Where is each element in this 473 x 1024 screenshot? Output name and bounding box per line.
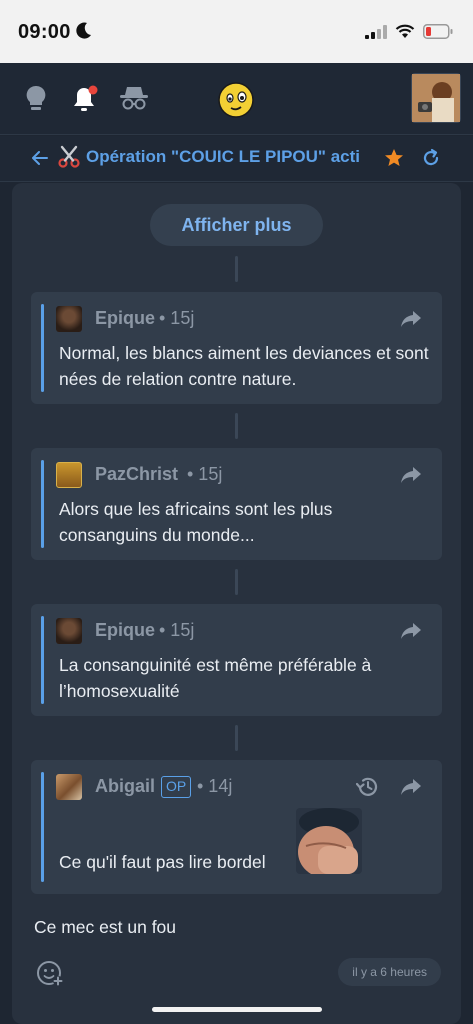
post-author[interactable]: PazChrist xyxy=(95,464,178,485)
thread-connector xyxy=(235,725,238,751)
post-text: Alors que les africains sont les plus co… xyxy=(59,499,333,545)
reply-time: il y a 6 heures xyxy=(338,958,441,986)
user-avatar[interactable] xyxy=(411,73,461,123)
post-author[interactable]: Epique xyxy=(95,620,155,641)
bell-icon[interactable] xyxy=(73,85,99,113)
quote-bar xyxy=(41,616,44,704)
share-icon[interactable] xyxy=(400,622,422,640)
wifi-icon xyxy=(395,24,415,38)
status-time: 09:00 xyxy=(18,21,71,43)
star-icon[interactable] xyxy=(384,148,404,168)
author-avatar[interactable] xyxy=(56,774,82,800)
sticker-image[interactable] xyxy=(296,808,362,874)
back-arrow-icon[interactable] xyxy=(32,151,48,165)
quote-bar xyxy=(41,304,44,392)
author-avatar[interactable] xyxy=(56,306,82,332)
status-bar: 09:00 xyxy=(0,0,473,63)
incognito-icon[interactable] xyxy=(119,85,149,111)
post-date: • 15j xyxy=(159,308,195,328)
signal-icon xyxy=(365,24,387,39)
quote-bar xyxy=(41,460,44,548)
quote-bar xyxy=(41,772,44,882)
lightbulb-icon[interactable] xyxy=(25,85,47,113)
thread-connector xyxy=(235,256,238,282)
show-more-button[interactable]: Afficher plus xyxy=(150,204,323,246)
post-text: La consanguinité est même préférable à l… xyxy=(59,655,372,701)
post-card: PazChrist • 15j Alors que les africains … xyxy=(31,448,442,560)
battery-icon xyxy=(423,24,453,39)
thread-title[interactable]: Opération "COUIC LE PIPOU" acti xyxy=(86,147,372,167)
reply-text: Ce mec est un fou xyxy=(34,917,177,937)
thread-connector xyxy=(235,569,238,595)
scissors-icon xyxy=(58,145,80,168)
post-date: • 15j xyxy=(159,620,195,640)
home-indicator[interactable] xyxy=(152,1007,322,1012)
author-avatar[interactable] xyxy=(56,618,82,644)
share-icon[interactable] xyxy=(400,778,422,796)
post-card: Epique • 15j Normal, les blancs aiment l… xyxy=(31,292,442,404)
post-text: Ce qu'il faut pas lire bordel xyxy=(59,852,266,872)
post-card: Epique • 15j La consanguinité est même p… xyxy=(31,604,442,716)
post-author[interactable]: Epique xyxy=(95,308,155,329)
post-author[interactable]: Abigail xyxy=(95,776,155,797)
avatar-image xyxy=(412,74,460,122)
post-card: Abigail OP • 14j Ce qu'il faut pas lire … xyxy=(31,760,442,894)
share-icon[interactable] xyxy=(400,310,422,328)
refresh-icon[interactable] xyxy=(421,148,441,168)
post-text: Normal, les blancs aiment les deviances … xyxy=(59,343,429,389)
status-indicators xyxy=(365,24,453,39)
post-date: • 15j xyxy=(187,464,223,484)
moon-icon xyxy=(76,22,91,39)
top-nav xyxy=(0,63,473,135)
smiley-icon[interactable] xyxy=(217,81,255,119)
thread-connector xyxy=(235,413,238,439)
author-avatar[interactable] xyxy=(56,462,82,488)
post-date: • 14j xyxy=(197,776,233,796)
op-badge: OP xyxy=(161,776,192,798)
history-icon[interactable] xyxy=(356,776,380,798)
share-icon[interactable] xyxy=(400,466,422,484)
add-reaction-icon[interactable] xyxy=(36,959,64,987)
